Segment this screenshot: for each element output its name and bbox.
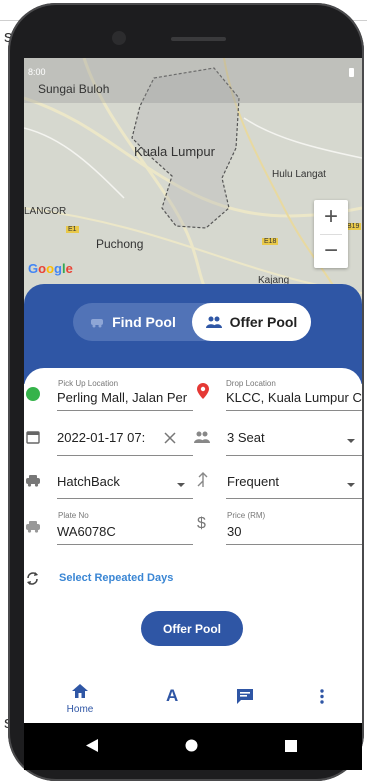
frequency-select[interactable]: Frequent	[227, 474, 327, 489]
app-screen: 8:00 Sungai Buloh Kuala Lumpur Hulu Lang…	[24, 58, 362, 723]
more-vertical-icon[interactable]	[320, 689, 324, 704]
nav-home[interactable]: Home	[59, 684, 101, 715]
drop-label: Drop Location	[226, 379, 276, 388]
frequency-underline	[226, 498, 362, 499]
people-icon	[205, 316, 222, 328]
recents-icon[interactable]	[285, 740, 297, 752]
chevron-down-icon	[347, 483, 355, 487]
zoom-out-button[interactable]: −	[314, 234, 348, 268]
map-label-puchong: Puchong	[96, 237, 144, 251]
price-underline	[226, 544, 362, 545]
select-repeated-days-link[interactable]: Select Repeated Days	[59, 572, 173, 584]
pickup-label: Pick Up Location	[58, 379, 119, 388]
drop-input[interactable]: KLCC, Kuala Lumpur C	[226, 390, 362, 405]
car-type-underline	[57, 498, 193, 499]
car-type-icon	[26, 475, 40, 487]
nav-activity-icon[interactable]: A	[166, 686, 178, 706]
bottom-navigation: Home A	[24, 676, 362, 723]
clear-icon[interactable]	[164, 432, 176, 444]
offer-pool-label: Offer Pool	[229, 314, 298, 330]
chevron-down-icon	[177, 483, 185, 487]
nav-home-label: Home	[66, 704, 94, 715]
map-label-selangor: LANGOR	[24, 206, 67, 217]
seats-underline	[226, 455, 362, 456]
front-camera	[112, 31, 126, 45]
pickup-input[interactable]: Perling Mall, Jalan Per	[57, 390, 193, 405]
map-view[interactable]: 8:00 Sungai Buloh Kuala Lumpur Hulu Lang…	[24, 58, 362, 303]
offer-form-card	[24, 368, 362, 723]
zoom-in-button[interactable]: +	[314, 200, 348, 234]
battery-icon	[349, 68, 354, 77]
status-bar: 8:00	[24, 58, 362, 103]
plate-underline	[57, 544, 193, 545]
map-label-sungai-buloh: Sungai Buloh	[38, 82, 110, 96]
price-label: Price (RM)	[227, 511, 266, 520]
car-type-select[interactable]: HatchBack	[57, 474, 167, 489]
map-label-hulu-langat: Hulu Langat	[272, 169, 326, 180]
find-pool-label: Find Pool	[112, 314, 176, 330]
home-circle-icon[interactable]	[185, 739, 198, 752]
road-badge-e18: E18	[262, 238, 279, 245]
datetime-input[interactable]: 2022-01-17 07:	[57, 430, 167, 445]
plate-input[interactable]: WA6078C	[57, 524, 187, 539]
repeat-icon	[27, 572, 38, 585]
pool-mode-toggle: Find Pool Offer Pool	[73, 303, 311, 341]
chat-icon[interactable]	[237, 689, 253, 704]
status-time: 8:00	[28, 67, 46, 77]
dollar-icon: $	[197, 515, 206, 532]
calendar-icon	[26, 431, 40, 444]
map-label-kuala-lumpur: Kuala Lumpur	[134, 144, 215, 159]
drop-pin-icon	[197, 383, 209, 399]
price-input[interactable]: 30	[227, 524, 347, 539]
plate-label: Plate No	[58, 511, 89, 520]
pickup-dot-icon	[26, 387, 40, 401]
car-icon	[91, 319, 104, 328]
pickup-underline	[57, 410, 193, 411]
system-navigation-bar	[24, 723, 362, 770]
home-icon	[72, 684, 88, 698]
back-icon[interactable]	[86, 739, 98, 752]
seats-people-icon	[194, 431, 210, 443]
frequency-icon	[197, 472, 208, 487]
map-zoom-controls: + −	[314, 200, 348, 268]
plate-car-icon	[26, 521, 40, 533]
offer-pool-submit-button[interactable]: Offer Pool	[141, 611, 243, 646]
datetime-underline	[57, 455, 193, 456]
chevron-down-icon	[347, 439, 355, 443]
earpiece-speaker	[171, 37, 226, 41]
offer-pool-tab[interactable]: Offer Pool	[192, 303, 311, 341]
seats-select[interactable]: 3 Seat	[227, 430, 327, 445]
drop-underline	[226, 410, 362, 411]
find-pool-tab[interactable]: Find Pool	[73, 303, 193, 341]
google-logo: Google	[28, 261, 73, 276]
road-badge-e1: E1	[66, 226, 79, 233]
